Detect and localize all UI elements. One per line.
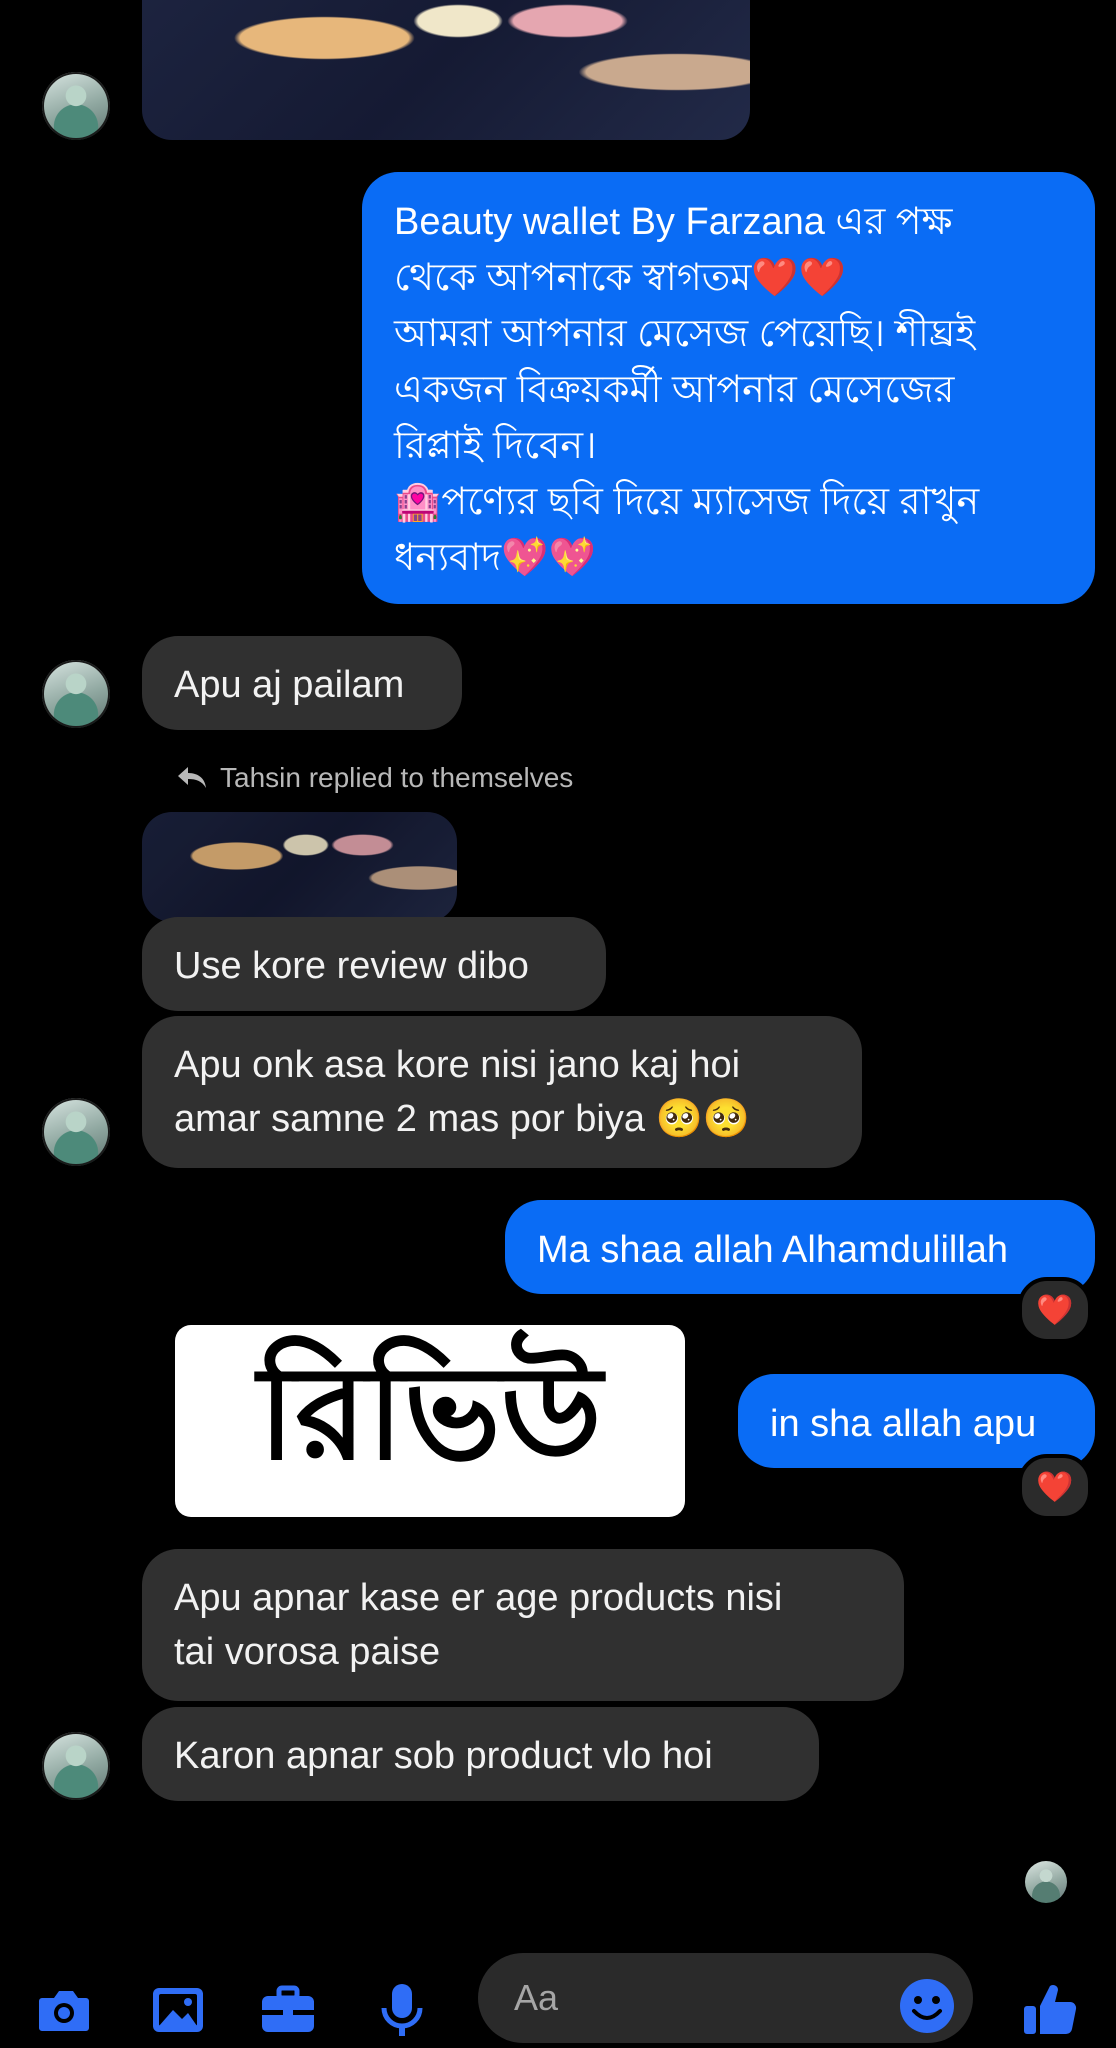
welcome-line-6: 🏩পণ্যের ছবি দিয়ে ম্যাসেজ দিয়ে রাখুন xyxy=(394,481,980,523)
shared-photo-top[interactable] xyxy=(142,0,750,140)
contact-avatar[interactable] xyxy=(42,1732,110,1800)
reply-arrow-icon xyxy=(178,767,206,788)
heart-icon: ❤️ xyxy=(1036,1293,1074,1327)
sticker-text: রিভিউ xyxy=(257,1336,603,1489)
camera-icon[interactable] xyxy=(34,1980,94,2040)
message-line-1: Apu apnar kase er age products nisi xyxy=(174,1577,783,1619)
reply-indicator: Tahsin replied to themselves xyxy=(176,762,573,794)
emoji-icon[interactable] xyxy=(898,1977,956,2035)
welcome-line-2: থেকে আপনাকে স্বাগতম❤️❤️ xyxy=(394,257,846,299)
message-line-2: tai vorosa paise xyxy=(174,1631,441,1673)
seen-receipt-avatar xyxy=(1025,1861,1067,1903)
message-text: Use kore review dibo xyxy=(174,945,529,987)
heart-reaction[interactable]: ❤️ xyxy=(1018,1454,1092,1520)
contact-avatar[interactable] xyxy=(42,660,110,728)
welcome-message-bubble[interactable]: Beauty wallet By Farzana এর পক্ষ থেকে আপ… xyxy=(362,172,1095,604)
welcome-line-4: একজন বিক্রয়কর্মী আপনার মেসেজের xyxy=(394,369,955,411)
contact-avatar[interactable] xyxy=(42,1098,110,1166)
outgoing-message[interactable]: Ma shaa allah Alhamdulillah xyxy=(505,1200,1095,1294)
heart-icon: ❤️ xyxy=(1036,1470,1074,1504)
incoming-message[interactable]: Use kore review dibo xyxy=(142,917,606,1011)
review-sticker[interactable]: রিভিউ xyxy=(175,1325,685,1517)
replied-photo-preview[interactable] xyxy=(142,812,457,922)
welcome-line-5: রিপ্লাই দিবেন। xyxy=(394,425,597,467)
briefcase-icon[interactable] xyxy=(258,1980,318,2040)
thumbs-up-icon[interactable] xyxy=(1020,1980,1080,2040)
composer-bar: Aa xyxy=(0,1935,1116,2048)
gallery-icon[interactable] xyxy=(148,1980,208,2040)
contact-avatar[interactable] xyxy=(42,72,110,140)
message-line-2: amar samne 2 mas por biya 🥺🥺 xyxy=(174,1098,751,1140)
message-line-1: Apu onk asa kore nisi jano kaj hoi xyxy=(174,1044,741,1086)
incoming-message[interactable]: Apu apnar kase er age products nisi tai … xyxy=(142,1549,904,1701)
message-text: Apu aj pailam xyxy=(174,664,405,706)
message-input-placeholder: Aa xyxy=(514,1977,559,2018)
reply-note-text: Tahsin replied to themselves xyxy=(220,762,574,793)
incoming-message[interactable]: Apu onk asa kore nisi jano kaj hoi amar … xyxy=(142,1016,862,1168)
welcome-line-3: আমরা আপনার মেসেজ পেয়েছি। শীঘ্রই xyxy=(394,313,976,355)
microphone-icon[interactable] xyxy=(372,1980,432,2040)
incoming-message[interactable]: Karon apnar sob product vlo hoi xyxy=(142,1707,819,1801)
welcome-line-7: ধন্যবাদ💖💖 xyxy=(394,537,596,579)
incoming-message[interactable]: Apu aj pailam xyxy=(142,636,462,730)
message-text: Ma shaa allah Alhamdulillah xyxy=(537,1229,1009,1271)
message-text: Karon apnar sob product vlo hoi xyxy=(174,1735,713,1777)
heart-reaction[interactable]: ❤️ xyxy=(1018,1277,1092,1343)
message-text: in sha allah apu xyxy=(770,1403,1037,1445)
welcome-line-1: Beauty wallet By Farzana এর পক্ষ xyxy=(394,201,953,243)
